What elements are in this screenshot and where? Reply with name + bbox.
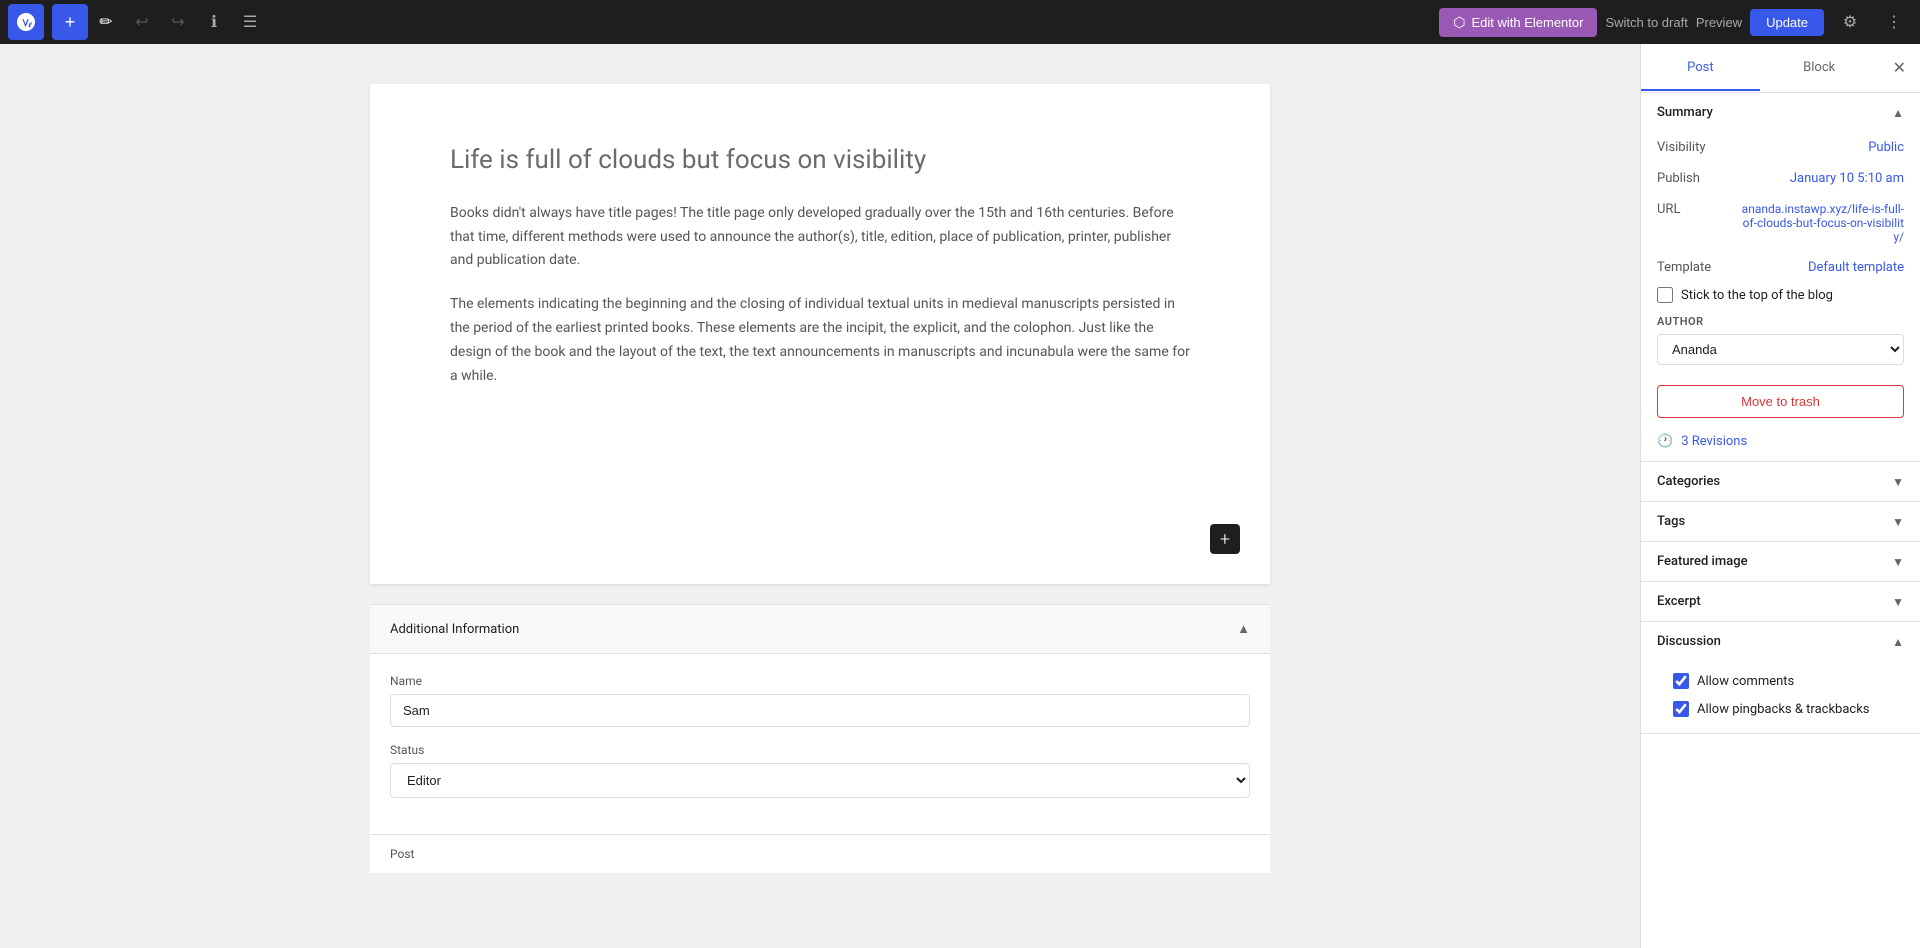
stick-to-top-label: Stick to the top of the blog — [1681, 288, 1833, 303]
post-title[interactable]: Life is full of clouds but focus on visi… — [450, 144, 1190, 178]
chevron-up-icon: ▲ — [1237, 621, 1250, 637]
url-value[interactable]: ananda.instawp.xyz/life-is-full-of-cloud… — [1737, 202, 1904, 244]
list-view-button[interactable]: ☰ — [232, 4, 268, 40]
more-options-button[interactable]: ⋮ — [1876, 4, 1912, 40]
settings-button[interactable]: ⚙ — [1832, 4, 1868, 40]
panel-title: Additional Information — [390, 622, 519, 637]
undo-button[interactable]: ↩ — [124, 4, 160, 40]
additional-info-panel: Additional Information ▲ Name Status Edi… — [370, 604, 1270, 873]
url-row: URL ananda.instawp.xyz/life-is-full-of-c… — [1641, 194, 1920, 252]
publish-row: Publish January 10 5:10 am — [1641, 163, 1920, 194]
visibility-row: Visibility Public — [1641, 132, 1920, 163]
elementor-button[interactable]: ⬡ Edit with Elementor — [1439, 8, 1597, 37]
publish-label: Publish — [1657, 171, 1737, 186]
featured-image-header[interactable]: Featured image ▼ — [1641, 542, 1920, 581]
url-label: URL — [1657, 202, 1737, 217]
allow-comments-label: Allow comments — [1697, 674, 1794, 689]
name-field-group: Name — [390, 674, 1250, 727]
summary-section: Summary ▲ Visibility Public Publish Janu… — [1641, 93, 1920, 462]
revisions-label: 3 Revisions — [1681, 434, 1747, 449]
sidebar-close-button[interactable]: ✕ — [1879, 44, 1920, 92]
switch-to-draft-button[interactable]: Switch to draft — [1605, 15, 1687, 30]
move-to-trash-button[interactable]: Move to trash — [1657, 385, 1904, 418]
categories-chevron-icon: ▼ — [1892, 475, 1904, 489]
excerpt-chevron-icon: ▼ — [1892, 595, 1904, 609]
categories-section: Categories ▼ — [1641, 462, 1920, 502]
author-section: AUTHOR Ananda — [1641, 307, 1920, 377]
excerpt-section: Excerpt ▼ — [1641, 582, 1920, 622]
discussion-label: Discussion — [1657, 634, 1721, 649]
discussion-header[interactable]: Discussion ▲ — [1641, 622, 1920, 661]
tags-header[interactable]: Tags ▼ — [1641, 502, 1920, 541]
status-field-group: Status Editor Author Contributor — [390, 743, 1250, 798]
tab-post[interactable]: Post — [1641, 46, 1760, 91]
summary-section-header[interactable]: Summary ▲ — [1641, 93, 1920, 132]
allow-comments-row: Allow comments — [1657, 669, 1904, 693]
discussion-chevron-icon: ▲ — [1892, 635, 1904, 649]
panel-header[interactable]: Additional Information ▲ — [370, 605, 1270, 654]
stick-to-top-row: Stick to the top of the blog — [1641, 283, 1920, 307]
stick-to-top-checkbox[interactable] — [1657, 287, 1673, 303]
sidebar-header: Post Block ✕ — [1641, 44, 1920, 93]
author-select[interactable]: Ananda — [1657, 334, 1904, 365]
summary-label: Summary — [1657, 105, 1713, 120]
elementor-icon: ⬡ — [1453, 14, 1465, 31]
template-value[interactable]: Default template — [1808, 260, 1904, 275]
featured-image-chevron-icon: ▼ — [1892, 555, 1904, 569]
excerpt-label: Excerpt — [1657, 594, 1701, 609]
redo-button[interactable]: ↪ — [160, 4, 196, 40]
revisions-row[interactable]: 🕐 3 Revisions — [1641, 426, 1920, 461]
categories-header[interactable]: Categories ▼ — [1641, 462, 1920, 501]
allow-pingbacks-row: Allow pingbacks & trackbacks — [1657, 697, 1904, 721]
visibility-value[interactable]: Public — [1868, 140, 1904, 155]
discussion-section: Discussion ▲ Allow comments Allow pingba… — [1641, 622, 1920, 734]
paragraph-1[interactable]: Books didn't always have title pages! Th… — [450, 202, 1190, 273]
summary-chevron-icon: ▲ — [1892, 106, 1904, 120]
tab-block[interactable]: Block — [1760, 46, 1879, 91]
name-label: Name — [390, 674, 1250, 688]
panel-footer-label: Post — [390, 847, 414, 861]
featured-image-label: Featured image — [1657, 554, 1748, 569]
allow-pingbacks-label: Allow pingbacks & trackbacks — [1697, 702, 1870, 717]
categories-label: Categories — [1657, 474, 1720, 489]
update-button[interactable]: Update — [1750, 9, 1824, 36]
name-input[interactable] — [390, 694, 1250, 727]
template-row: Template Default template — [1641, 252, 1920, 283]
author-label: AUTHOR — [1657, 315, 1904, 328]
excerpt-header[interactable]: Excerpt ▼ — [1641, 582, 1920, 621]
sidebar: Post Block ✕ Summary ▲ Visibility Public… — [1640, 44, 1920, 948]
editor-area: Life is full of clouds but focus on visi… — [370, 84, 1270, 584]
featured-image-section: Featured image ▼ — [1641, 542, 1920, 582]
allow-pingbacks-checkbox[interactable] — [1673, 701, 1689, 717]
allow-comments-checkbox[interactable] — [1673, 673, 1689, 689]
tags-label: Tags — [1657, 514, 1685, 529]
info-button[interactable]: ℹ — [196, 4, 232, 40]
status-label: Status — [390, 743, 1250, 757]
status-select[interactable]: Editor Author Contributor — [390, 763, 1250, 798]
template-label: Template — [1657, 260, 1737, 275]
add-block-inline-button[interactable]: + — [1210, 524, 1240, 554]
preview-button[interactable]: Preview — [1696, 15, 1742, 30]
tags-chevron-icon: ▼ — [1892, 515, 1904, 529]
visibility-label: Visibility — [1657, 140, 1737, 155]
edit-button[interactable]: ✏ — [88, 4, 124, 40]
publish-value[interactable]: January 10 5:10 am — [1790, 171, 1904, 186]
tags-section: Tags ▼ — [1641, 502, 1920, 542]
revisions-clock-icon: 🕐 — [1657, 434, 1673, 449]
wp-logo — [8, 4, 44, 40]
elementor-label: Edit with Elementor — [1471, 15, 1583, 30]
add-block-button[interactable]: + — [52, 4, 88, 40]
paragraph-2[interactable]: The elements indicating the beginning an… — [450, 293, 1190, 388]
